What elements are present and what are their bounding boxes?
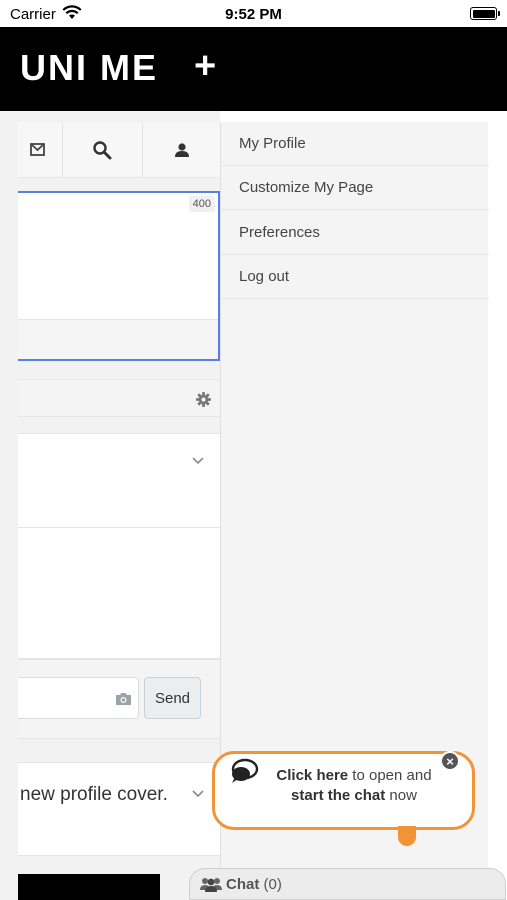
comment-row: Send <box>18 659 220 739</box>
app-logo[interactable]: UNI ME <box>20 47 158 89</box>
user-icon[interactable] <box>143 122 220 178</box>
chat-label[interactable]: Chat (0) <box>226 876 282 893</box>
menu-item-preferences[interactable]: Preferences <box>221 211 489 255</box>
plus-icon[interactable]: + <box>194 45 216 88</box>
chat-bubbles-icon <box>229 758 259 786</box>
menu-item-customize-page[interactable]: Customize My Page <box>221 166 489 210</box>
start-chat-text: start the chat <box>291 787 386 804</box>
gear-icon[interactable] <box>194 390 212 408</box>
chat-title: Chat <box>226 876 260 893</box>
post-text-area[interactable]: 400 <box>18 193 218 319</box>
now-text: now <box>385 787 417 804</box>
feed-card <box>18 433 220 528</box>
camera-icon[interactable] <box>114 691 132 707</box>
chat-prompt-text[interactable]: Click here to open and start the chat no… <box>264 766 444 806</box>
post-text: new profile cover. <box>20 784 168 805</box>
status-bar: Carrier 9:52 PM <box>0 0 507 27</box>
search-icon[interactable] <box>63 122 141 178</box>
black-banner <box>18 874 160 900</box>
app-header: UNI ME + <box>0 27 507 111</box>
chevron-down-icon[interactable] <box>192 785 204 803</box>
send-button[interactable]: Send <box>144 677 201 719</box>
settings-row <box>18 379 220 417</box>
top-toolbar <box>18 122 220 178</box>
composer-footer <box>18 319 218 359</box>
users-icon <box>200 876 222 892</box>
menu-item-my-profile[interactable]: My Profile <box>221 122 489 166</box>
close-icon[interactable]: × <box>440 751 460 771</box>
click-here-text[interactable]: Click here <box>276 767 348 784</box>
clock-time: 9:52 PM <box>225 6 282 23</box>
chevron-down-icon[interactable] <box>192 452 204 470</box>
feed-card-body <box>18 528 220 659</box>
comment-input[interactable] <box>18 677 139 719</box>
to-open-text: to open and <box>348 767 432 784</box>
battery-icon <box>470 7 500 20</box>
menu-item-log-out[interactable]: Log out <box>221 255 489 299</box>
post-card <box>18 762 220 856</box>
chat-count: (0) <box>263 876 282 893</box>
char-counter: 400 <box>188 196 215 212</box>
bubble-tail <box>398 826 416 846</box>
post-composer: 400 <box>18 191 220 361</box>
mail-icon[interactable] <box>18 122 58 178</box>
